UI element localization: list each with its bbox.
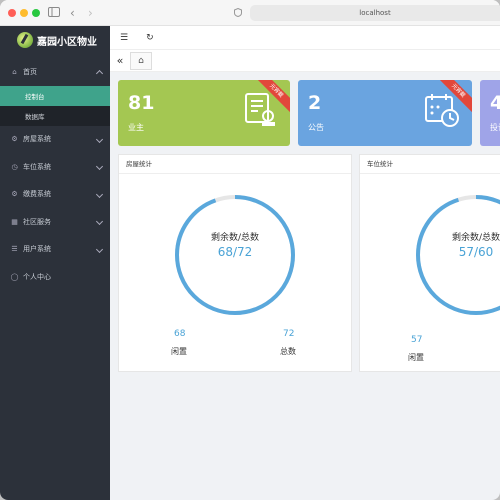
chevron-down-icon bbox=[95, 135, 104, 143]
gauge-value: 57/60 bbox=[458, 245, 494, 259]
sidebar-item-label: 个人中心 bbox=[23, 272, 51, 281]
total-label: 总数 bbox=[280, 347, 296, 356]
grid-icon: ▦ bbox=[11, 217, 18, 226]
card-number: 81 bbox=[128, 92, 155, 114]
total-count: 72 bbox=[283, 329, 295, 339]
sidebar-subitem-console[interactable]: 控制台 bbox=[0, 85, 110, 106]
home-icon: ⌂ bbox=[138, 55, 144, 66]
stat-card-complaints[interactable]: 4 投诉 bbox=[480, 80, 500, 146]
sidebar-item-profile[interactable]: ◯ 个人中心 bbox=[0, 263, 110, 291]
card-number: 2 bbox=[308, 92, 322, 114]
sidebar-subitem-database[interactable]: 数据库 bbox=[0, 105, 110, 126]
home-icon: ⌂ bbox=[12, 67, 17, 76]
sidebar-item-home[interactable]: ⌂ 首页 bbox=[0, 58, 110, 86]
tab-home[interactable]: ⌂ bbox=[130, 51, 152, 70]
chevron-down-icon bbox=[95, 162, 104, 171]
sidebar-item-label: 车位系统 bbox=[23, 162, 51, 171]
chevron-down-icon bbox=[95, 245, 104, 253]
card-label: 公告 bbox=[308, 123, 324, 132]
sidebar-subitem-label: 数据库 bbox=[25, 112, 45, 121]
chevron-down-icon bbox=[95, 190, 104, 198]
card-label: 投诉 bbox=[490, 123, 500, 132]
refresh-icon[interactable]: ↻ bbox=[146, 33, 154, 43]
url-bar[interactable]: localhost bbox=[250, 5, 500, 21]
calendar-icon bbox=[424, 92, 460, 132]
logo-icon bbox=[17, 32, 33, 48]
sidebar-item-label: 社区服务 bbox=[23, 217, 51, 226]
panel-parking-stats: 车位统计 剩余数/总数 57/60 57 闲置 bbox=[359, 154, 500, 372]
idle-label: 闲置 bbox=[171, 347, 187, 356]
back-icon[interactable]: ‹ bbox=[70, 6, 75, 20]
certificate-icon bbox=[244, 92, 278, 132]
sidebar-item-community[interactable]: ▦ 社区服务 bbox=[0, 208, 110, 236]
collapse-tabs-icon[interactable]: « bbox=[110, 54, 130, 67]
sidebar-item-label: 首页 bbox=[23, 67, 37, 76]
chevron-down-icon bbox=[95, 217, 104, 226]
top-toolbar: ☰ ↻ bbox=[110, 26, 500, 50]
sidebar-item-housing[interactable]: ⚙ 房屋系统 bbox=[0, 126, 110, 154]
gear-icon: ⚙ bbox=[11, 135, 18, 144]
forward-icon[interactable]: › bbox=[88, 6, 93, 20]
shield-icon bbox=[234, 7, 242, 22]
browser-titlebar: ‹ › localhost bbox=[0, 0, 500, 26]
card-label: 业主 bbox=[128, 123, 144, 132]
sidebar-item-label: 房屋系统 bbox=[23, 135, 51, 144]
app-title: 嘉园小区物业 bbox=[37, 36, 97, 48]
menu-toggle-icon[interactable]: ☰ bbox=[120, 33, 128, 43]
gauge-label: 剩余数/总数 bbox=[210, 233, 260, 243]
minimize-window-button[interactable] bbox=[20, 9, 28, 17]
idle-label: 闲置 bbox=[408, 353, 424, 362]
clock-icon: ◷ bbox=[11, 162, 18, 171]
card-number: 4 bbox=[490, 92, 500, 114]
stat-card-notices[interactable]: 2 公告 元宵截 bbox=[298, 80, 472, 146]
sidebar: 嘉园小区物业 ⌂ 首页 控制台 数据库 ⚙ 房屋系统 ◷ 车位系统 ⚙ 缴费系统 bbox=[0, 26, 110, 500]
sidebar-subitem-label: 控制台 bbox=[25, 92, 45, 101]
sidebar-item-payment[interactable]: ⚙ 缴费系统 bbox=[0, 181, 110, 209]
panel-title: 房屋统计 bbox=[119, 155, 351, 174]
gear-icon: ⚙ bbox=[11, 190, 18, 199]
list-icon: ☰ bbox=[11, 245, 18, 254]
sidebar-item-parking[interactable]: ◷ 车位系统 bbox=[0, 153, 110, 181]
gauge-label: 剩余数/总数 bbox=[451, 233, 500, 243]
idle-count: 57 bbox=[411, 335, 423, 345]
maximize-window-button[interactable] bbox=[32, 9, 40, 17]
stat-card-owners[interactable]: 81 业主 元宵截 bbox=[118, 80, 290, 146]
sidebar-item-label: 用户系统 bbox=[23, 245, 51, 254]
sidebar-item-label: 缴费系统 bbox=[23, 190, 51, 199]
browser-window: ‹ › localhost 嘉园小区物业 ⌂ 首页 控制台 数据库 ⚙ 房屋系统… bbox=[0, 0, 500, 500]
gauge-value: 68/72 bbox=[217, 245, 253, 259]
close-window-button[interactable] bbox=[8, 9, 16, 17]
sidebar-toggle-icon[interactable] bbox=[48, 6, 60, 20]
idle-count: 68 bbox=[174, 329, 186, 339]
sidebar-item-users[interactable]: ☰ 用户系统 bbox=[0, 236, 110, 264]
panel-title: 车位统计 bbox=[360, 155, 500, 174]
panel-housing-stats: 房屋统计 剩余数/总数 68/72 68 闲置 72 总数 bbox=[118, 154, 352, 372]
app-logo[interactable]: 嘉园小区物业 bbox=[0, 26, 110, 54]
tabs-bar: « ⌂ bbox=[110, 50, 500, 72]
user-icon: ◯ bbox=[10, 272, 19, 281]
chevron-up-icon bbox=[95, 69, 104, 78]
